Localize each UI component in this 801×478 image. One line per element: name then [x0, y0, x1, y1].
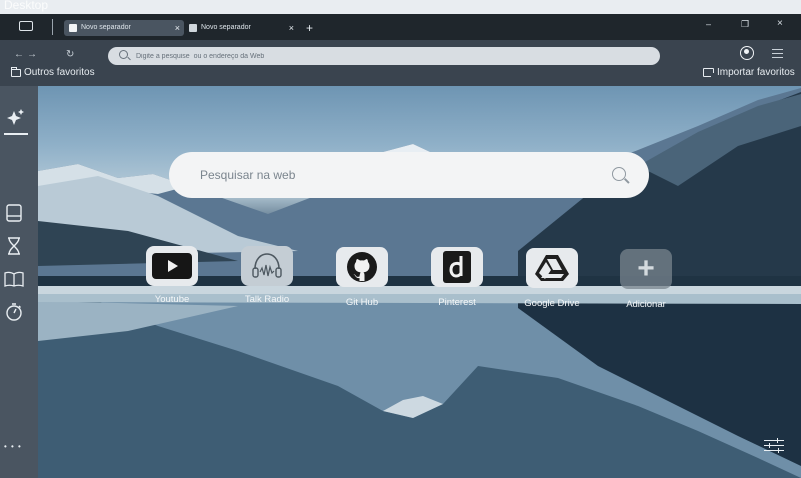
radio-icon [241, 246, 293, 286]
import-icon [703, 68, 716, 78]
profile-icon[interactable] [740, 46, 754, 60]
desktop-label: Desktop [4, 0, 49, 12]
new-tab-page: Youtube Talk Radio Git Hub Pinterest Goo [38, 86, 801, 478]
d-icon [431, 247, 483, 287]
shortcut-google-drive[interactable]: Google Drive [522, 248, 582, 309]
back-icon[interactable]: ← [14, 49, 24, 60]
hourglass-icon[interactable] [7, 237, 21, 255]
address-bar[interactable] [108, 47, 660, 65]
search-icon [119, 50, 128, 59]
forward-icon[interactable]: → [27, 49, 37, 60]
more-icon[interactable]: • • • [4, 442, 22, 451]
toolbar: ← → ↻ Outros favoritos Importar favorito… [0, 40, 801, 86]
shortcut-add[interactable]: + Adicionar [616, 249, 676, 310]
shortcut-label: Google Drive [524, 298, 580, 309]
tab-new-active[interactable]: Novo separador × [64, 20, 184, 36]
timer-icon[interactable] [5, 302, 23, 322]
shortcut-label: Git Hub [345, 297, 379, 308]
sparkle-icon[interactable] [6, 108, 26, 126]
shortcut-label: Adicionar [626, 299, 666, 310]
shortcut-label: Talk Radio [244, 294, 290, 305]
google-drive-icon [526, 248, 578, 288]
web-search-input[interactable] [200, 152, 600, 198]
tab-strip: Novo separador × Novo separador × + – ❐ … [0, 14, 801, 40]
address-input[interactable] [136, 47, 636, 65]
book-icon[interactable] [4, 271, 24, 287]
menu-icon[interactable] [772, 49, 783, 58]
close-tab-icon[interactable]: × [289, 20, 294, 36]
bookmark-label: Importar favoritos [717, 67, 795, 78]
tab-title: Novo separador [81, 24, 131, 31]
active-indicator [4, 133, 28, 135]
page-favicon-icon [189, 24, 197, 32]
web-search-box[interactable] [169, 152, 649, 198]
customize-settings-icon[interactable] [764, 438, 784, 454]
page-favicon-icon [69, 24, 77, 32]
tab-divider [52, 19, 53, 35]
plus-icon: + [620, 249, 672, 289]
maximize-button[interactable]: ❐ [741, 19, 749, 30]
tab-actions-icon[interactable] [19, 21, 33, 31]
folder-icon [11, 66, 21, 77]
shortcut-talk-radio[interactable]: Talk Radio [237, 246, 297, 305]
sidebar: • • • [0, 86, 38, 478]
tab-title: Novo separador [201, 24, 251, 31]
close-tab-icon[interactable]: × [175, 20, 180, 36]
bookmark-other-favorites[interactable]: Outros favoritos [11, 66, 95, 78]
shortcut-github[interactable]: Git Hub [332, 247, 392, 308]
github-icon [336, 247, 388, 287]
tab-new-inactive[interactable]: Novo separador × [188, 20, 298, 36]
youtube-icon [146, 246, 198, 286]
shortcut-youtube[interactable]: Youtube [142, 246, 202, 305]
minimize-button[interactable]: – [706, 19, 711, 29]
shortcut-label: Pinterest [438, 297, 476, 308]
panel-icon[interactable] [6, 204, 22, 222]
close-window-button[interactable]: × [777, 18, 783, 29]
shortcut-pinterest[interactable]: Pinterest [427, 247, 487, 308]
bookmark-label: Outros favoritos [24, 67, 95, 78]
search-icon[interactable] [612, 167, 626, 181]
new-tab-icon[interactable]: + [306, 20, 313, 36]
browser-window: Novo separador × Novo separador × + – ❐ … [0, 14, 801, 478]
bookmark-import-favorites[interactable]: Importar favoritos [703, 67, 795, 78]
reload-icon[interactable]: ↻ [66, 49, 74, 60]
shortcut-label: Youtube [154, 294, 190, 305]
